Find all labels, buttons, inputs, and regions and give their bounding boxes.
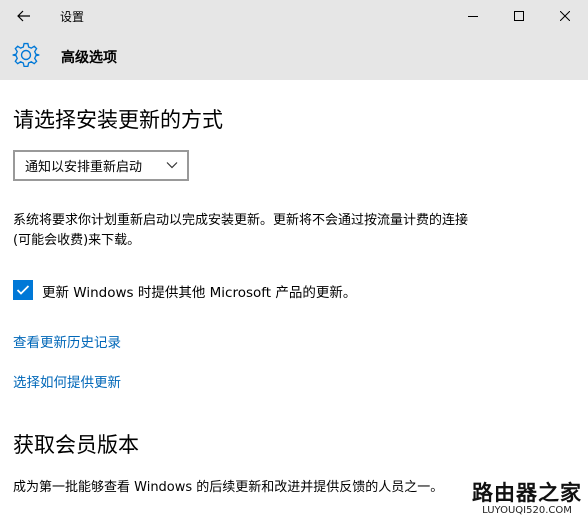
delivery-options-link[interactable]: 选择如何提供更新 bbox=[13, 371, 121, 391]
back-button[interactable] bbox=[0, 0, 48, 32]
chevron-down-icon bbox=[166, 162, 178, 169]
page-title: 高级选项 bbox=[61, 50, 117, 66]
minimize-icon bbox=[468, 16, 478, 17]
maximize-icon bbox=[514, 11, 524, 21]
other-products-checkbox[interactable] bbox=[13, 280, 33, 300]
watermark-sub-text: LUYOUQI520.COM bbox=[482, 505, 572, 516]
back-arrow-icon bbox=[17, 10, 30, 22]
insider-description: 成为第一批能够查看 Windows 的后续更新和改进并提供反馈的人员之一。 bbox=[13, 480, 444, 495]
close-button[interactable] bbox=[542, 0, 588, 32]
gear-icon bbox=[12, 42, 40, 68]
page-header: 高级选项 bbox=[0, 32, 588, 80]
close-icon bbox=[560, 11, 570, 21]
maximize-button[interactable] bbox=[496, 0, 542, 32]
checkbox-label[interactable]: 更新 Windows 时提供其他 Microsoft 产品的更新。 bbox=[42, 281, 356, 301]
checkmark-icon bbox=[16, 285, 30, 295]
restart-option-dropdown[interactable]: 通知以安排重新启动 bbox=[13, 150, 189, 181]
install-description: 系统将要求你计划重新启动以完成安装更新。更新将不会通过按流量计费的连接(可能会收… bbox=[13, 213, 469, 248]
insider-section-heading: 获取会员版本 bbox=[13, 433, 139, 457]
dropdown-selected-value: 通知以安排重新启动 bbox=[25, 160, 143, 175]
window-controls bbox=[450, 0, 588, 32]
site-watermark: 路由器之家 LUYOUQI520.COM bbox=[472, 477, 582, 516]
update-history-link[interactable]: 查看更新历史记录 bbox=[13, 331, 121, 351]
install-section-heading: 请选择安装更新的方式 bbox=[13, 108, 223, 132]
minimize-button[interactable] bbox=[450, 0, 496, 32]
watermark-main-text: 路由器之家 bbox=[472, 481, 582, 505]
window-title: 设置 bbox=[60, 9, 85, 24]
title-bar: 设置 bbox=[0, 0, 588, 32]
